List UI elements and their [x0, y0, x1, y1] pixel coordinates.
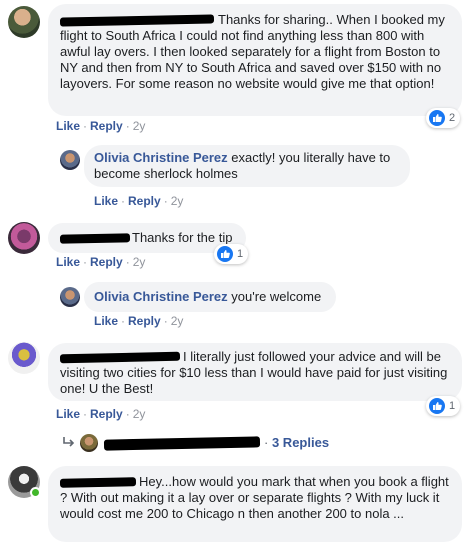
author-name[interactable]: Olivia Christine Perez — [94, 150, 228, 165]
like-link[interactable]: Like — [56, 255, 80, 269]
separator: · — [121, 194, 126, 208]
like-link[interactable]: Like — [56, 119, 80, 133]
redacted-name — [59, 351, 181, 364]
comment-bubble: I literally just followed your advice an… — [48, 343, 462, 401]
like-link[interactable]: Like — [56, 407, 80, 421]
reply-bubble: Olivia Christine Perez exactly! you lite… — [84, 145, 410, 187]
reaction-count[interactable]: 2 — [426, 108, 461, 128]
reply-arrow-icon — [63, 437, 75, 447]
separator: · — [83, 255, 88, 269]
redacted-replier-name — [103, 436, 261, 451]
reply-link[interactable]: Reply — [90, 255, 123, 269]
timestamp[interactable]: 2y — [133, 255, 146, 269]
comment-actions: Like · Reply · 2y — [56, 118, 145, 134]
separator: · — [125, 119, 130, 133]
like-link[interactable]: Like — [94, 194, 118, 208]
reply-link[interactable]: Reply — [90, 407, 123, 421]
olivia-avatar[interactable] — [60, 150, 80, 170]
reply-bubble: Olivia Christine Perez you're welcome — [84, 282, 336, 312]
thumbs-up-icon — [429, 110, 445, 126]
timestamp[interactable]: 2y — [133, 119, 146, 133]
separator: · — [163, 314, 168, 328]
reply-link[interactable]: Reply — [128, 194, 161, 208]
reply-text: you're welcome — [231, 289, 322, 304]
author-name[interactable]: Olivia Christine Perez — [94, 289, 228, 304]
separator: · — [125, 255, 130, 269]
timestamp[interactable]: 2y — [133, 407, 146, 421]
separator: · — [83, 407, 88, 421]
commenter-avatar[interactable] — [8, 342, 40, 374]
timestamp[interactable]: 2y — [171, 314, 184, 328]
view-replies-link[interactable]: · 3 Replies — [62, 434, 329, 452]
redacted-name — [59, 477, 137, 488]
redacted-name — [59, 14, 215, 27]
timestamp[interactable]: 2y — [171, 194, 184, 208]
replier-avatar — [80, 434, 98, 452]
separator: · — [125, 407, 130, 421]
comment-actions: Like · Reply · 2y — [56, 406, 145, 422]
reaction-count[interactable]: 1 — [214, 244, 249, 264]
online-status-dot — [30, 487, 41, 498]
like-link[interactable]: Like — [94, 314, 118, 328]
comment-bubble: Thanks for sharing.. When I booked my fl… — [48, 4, 462, 116]
reply-link[interactable]: Reply — [128, 314, 161, 328]
separator: · — [264, 435, 269, 450]
separator: · — [83, 119, 88, 133]
comment-text: Thanks for the tip — [132, 230, 233, 245]
separator: · — [121, 314, 126, 328]
reply-link[interactable]: Reply — [90, 119, 123, 133]
redacted-name — [59, 233, 131, 244]
reply-actions: Like · Reply · 2y — [94, 313, 183, 329]
olivia-avatar[interactable] — [60, 287, 80, 307]
comment-bubble: Hey...how would you mark that when you b… — [48, 466, 462, 542]
thumbs-up-icon — [217, 246, 233, 262]
separator: · — [163, 194, 168, 208]
comment-actions: Like · Reply · 2y — [56, 254, 145, 270]
replies-count[interactable]: 3 Replies — [272, 435, 329, 450]
commenter-avatar[interactable] — [8, 222, 40, 254]
reaction-count[interactable]: 1 — [426, 396, 461, 416]
thumbs-up-icon — [429, 398, 445, 414]
reply-actions: Like · Reply · 2y — [94, 193, 183, 209]
commenter-avatar[interactable] — [8, 6, 40, 38]
